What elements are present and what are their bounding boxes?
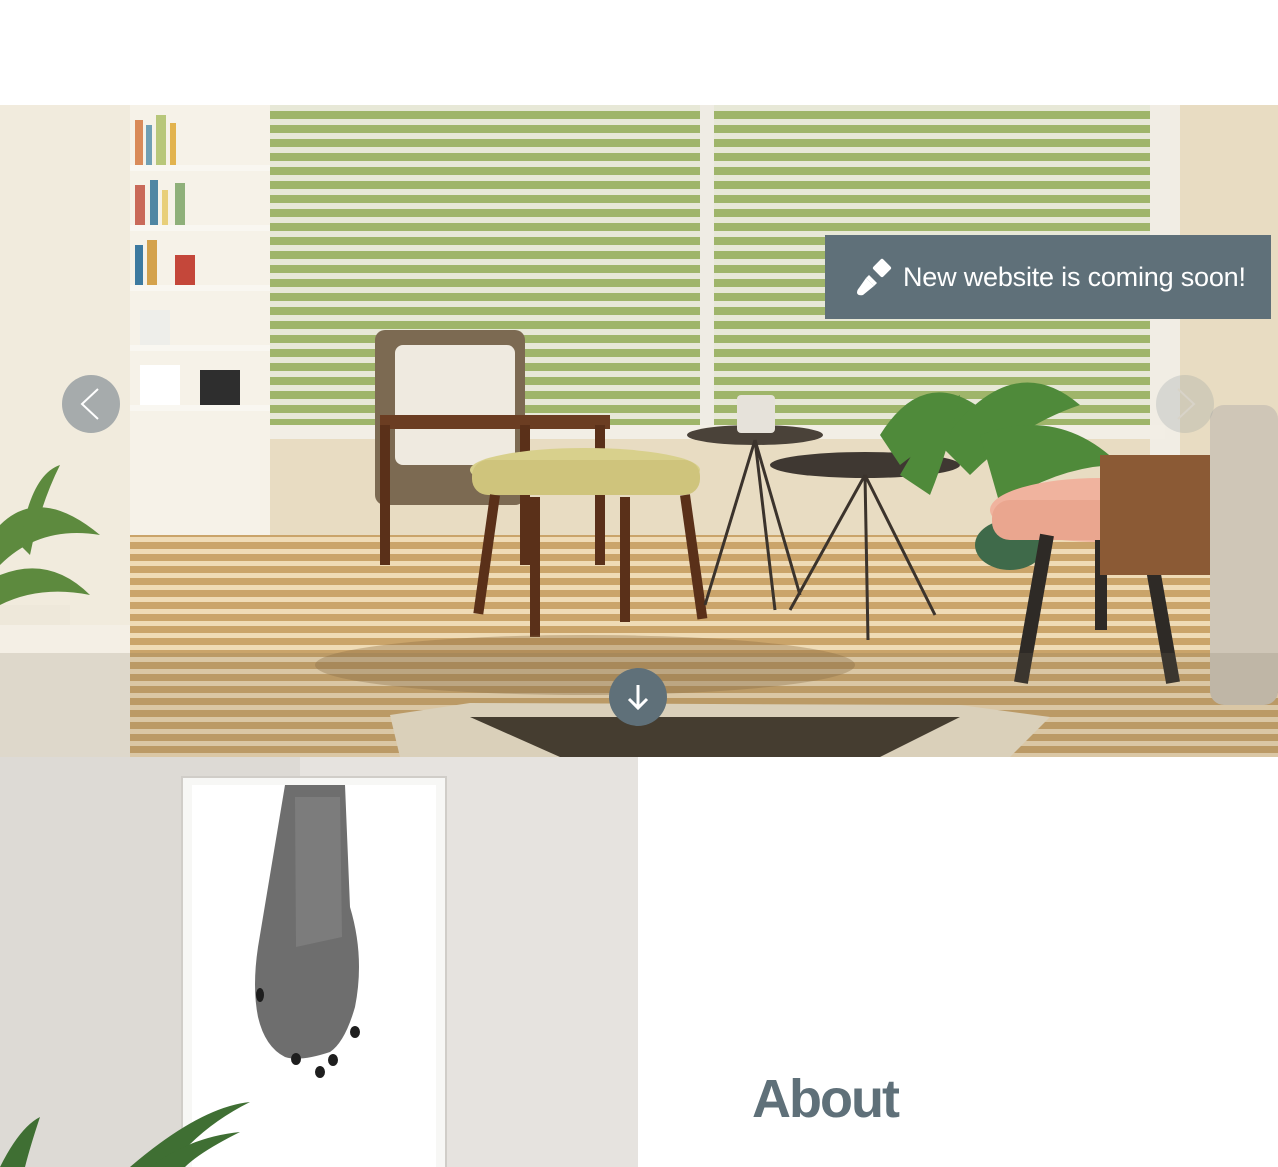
about-heading: About [752,1069,900,1129]
coming-soon-notice: New website is coming soon! [825,235,1271,319]
paintbrush-icon [855,257,895,297]
slider-prev-button[interactable] [62,375,120,433]
about-framed-art-image [0,757,638,1167]
slider-next-button[interactable] [1156,375,1214,433]
top-header-bar [0,0,1278,105]
notice-text: New website is coming soon! [903,261,1246,292]
chevron-left-icon [80,388,99,420]
hero-slider: New website is coming soon! [0,105,1278,757]
chevron-right-icon [1177,388,1196,420]
arrow-down-icon [627,685,649,711]
scroll-down-button[interactable] [609,668,667,726]
page: New website is coming soon! About [0,0,1278,1167]
